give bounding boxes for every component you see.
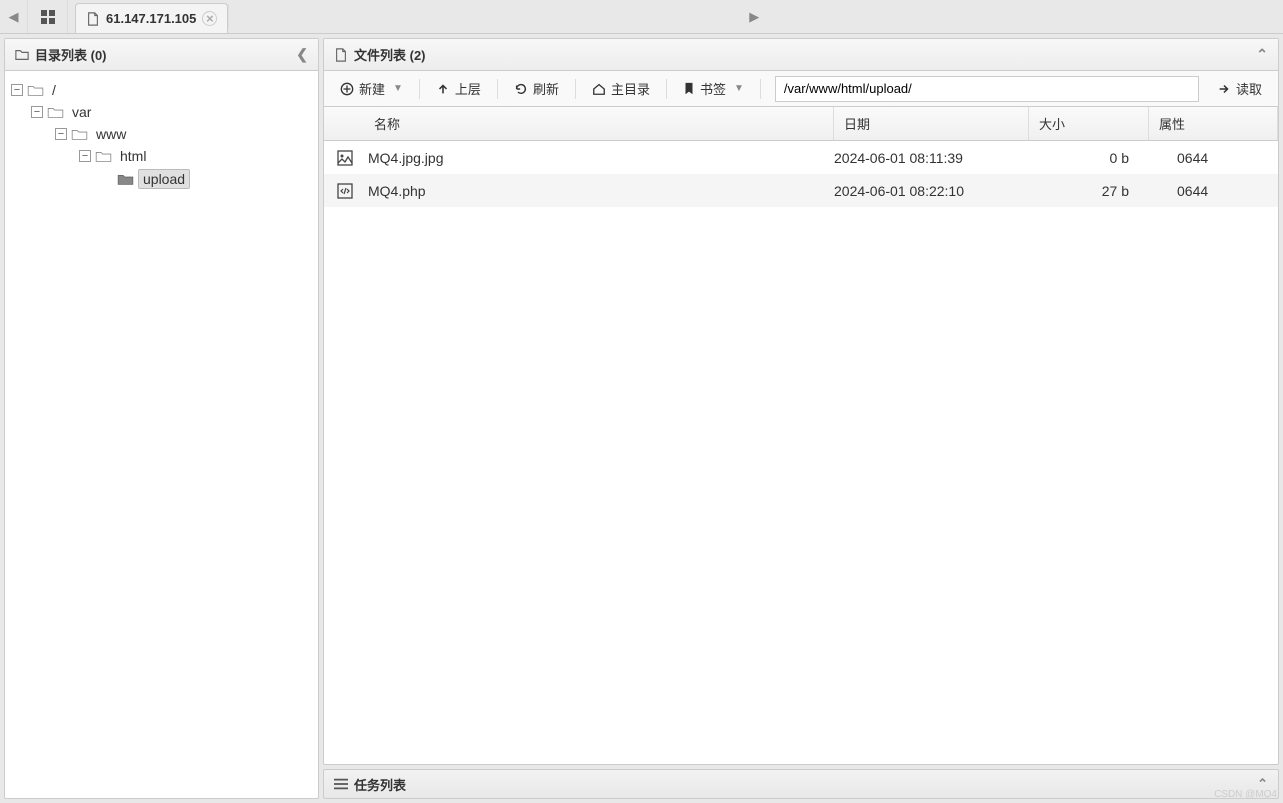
tree-label: /	[48, 81, 60, 99]
table-row[interactable]: MQ4.php 2024-06-01 08:22:10 27 b 0644	[324, 174, 1278, 207]
caret-down-icon: ▼	[734, 83, 744, 94]
task-panel[interactable]: 任务列表 ⌃	[323, 769, 1279, 799]
folder-open-icon	[27, 84, 44, 97]
btn-label: 读取	[1236, 79, 1262, 98]
file-table-body: MQ4.jpg.jpg 2024-06-01 08:11:39 0 b 0644…	[324, 141, 1278, 764]
tree-label: var	[68, 103, 95, 121]
home-button[interactable]: 主目录	[584, 75, 658, 102]
separator	[497, 79, 498, 99]
tree-toggle-icon[interactable]: −	[55, 128, 67, 140]
right-panel: 文件列表 (2) ⌃ 新建 ▼ 上层 刷新	[323, 38, 1279, 799]
tree-label: html	[116, 147, 150, 165]
tree-toggle-icon[interactable]: −	[31, 106, 43, 118]
tab-host[interactable]: 61.147.171.105 ×	[75, 3, 228, 33]
file-toolbar: 新建 ▼ 上层 刷新 主目录	[324, 71, 1278, 107]
folder-open-icon	[95, 150, 112, 163]
tree-root[interactable]: − /	[11, 79, 312, 101]
file-name: MQ4.php	[368, 183, 426, 199]
bookmark-icon	[683, 82, 695, 96]
btn-label: 上层	[455, 79, 481, 98]
task-title: 任务列表	[354, 775, 406, 794]
tree-label: upload	[138, 169, 190, 189]
file-perm: 0644	[1149, 150, 1278, 166]
tree-www[interactable]: − www	[11, 123, 312, 145]
arrow-right-icon	[1217, 82, 1231, 96]
arrow-up-icon	[436, 82, 450, 96]
tree-label: www	[92, 125, 130, 143]
tree-toggle-icon[interactable]: −	[11, 84, 23, 96]
collapse-left-icon[interactable]: ❮	[296, 46, 308, 63]
plus-circle-icon	[340, 82, 354, 96]
file-table-header: 名称 日期 大小 属性	[324, 107, 1278, 141]
tab-scroll-left[interactable]: ◀	[0, 0, 28, 33]
file-panel-title: 文件列表 (2)	[354, 45, 426, 64]
btn-label: 新建	[359, 79, 385, 98]
file-panel-header: 文件列表 (2) ⌃	[324, 39, 1278, 71]
file-icon	[86, 12, 100, 26]
watermark: CSDN @MQ4	[1214, 789, 1277, 800]
code-file-icon	[336, 182, 354, 200]
tab-scroll-right[interactable]: ▶	[228, 4, 1279, 29]
col-date[interactable]: 日期	[834, 107, 1029, 140]
file-perm: 0644	[1149, 183, 1278, 199]
new-button[interactable]: 新建 ▼	[332, 75, 411, 102]
tab-close-icon[interactable]: ×	[202, 11, 217, 26]
btn-label: 主目录	[611, 79, 650, 98]
tree-upload[interactable]: upload	[11, 167, 312, 191]
file-size: 27 b	[1029, 183, 1149, 199]
file-date: 2024-06-01 08:11:39	[834, 150, 1029, 166]
refresh-icon	[514, 82, 528, 96]
file-name: MQ4.jpg.jpg	[368, 150, 443, 166]
collapse-up-icon[interactable]: ⌃	[1256, 46, 1268, 63]
main-area: 目录列表 (0) ❮ − / − var − www − html	[0, 34, 1283, 803]
btn-label: 刷新	[533, 79, 559, 98]
bookmark-button[interactable]: 书签 ▼	[675, 75, 752, 102]
tab-bar: ◀ 61.147.171.105 × ▶	[0, 0, 1283, 34]
tree-html[interactable]: − html	[11, 145, 312, 167]
folder-open-icon	[47, 106, 64, 119]
refresh-button[interactable]: 刷新	[506, 75, 567, 102]
tree-var[interactable]: − var	[11, 101, 312, 123]
folder-icon	[15, 48, 29, 62]
separator	[760, 79, 761, 99]
directory-tree: − / − var − www − html upload	[5, 71, 318, 798]
file-icon	[334, 48, 348, 62]
col-name[interactable]: 名称	[324, 107, 834, 140]
image-file-icon	[336, 149, 354, 167]
col-perm[interactable]: 属性	[1149, 107, 1278, 140]
tab-label: 61.147.171.105	[106, 11, 196, 26]
caret-down-icon: ▼	[393, 83, 403, 94]
col-size[interactable]: 大小	[1029, 107, 1149, 140]
directory-panel-title: 目录列表 (0)	[35, 45, 107, 64]
folder-open-icon	[71, 128, 88, 141]
file-date: 2024-06-01 08:22:10	[834, 183, 1029, 199]
up-button[interactable]: 上层	[428, 75, 489, 102]
path-input[interactable]	[775, 76, 1199, 102]
btn-label: 书签	[700, 79, 726, 98]
tab-grid-button[interactable]	[28, 0, 68, 33]
grid-icon	[41, 10, 55, 24]
directory-panel: 目录列表 (0) ❮ − / − var − www − html	[4, 38, 319, 799]
file-size: 0 b	[1029, 150, 1149, 166]
tree-toggle-icon[interactable]: −	[79, 150, 91, 162]
separator	[575, 79, 576, 99]
list-icon	[334, 778, 348, 790]
folder-icon	[117, 173, 134, 186]
directory-panel-header: 目录列表 (0) ❮	[5, 39, 318, 71]
table-row[interactable]: MQ4.jpg.jpg 2024-06-01 08:11:39 0 b 0644	[324, 141, 1278, 174]
home-icon	[592, 82, 606, 96]
file-panel: 文件列表 (2) ⌃ 新建 ▼ 上层 刷新	[323, 38, 1279, 765]
read-button[interactable]: 读取	[1209, 75, 1270, 102]
separator	[419, 79, 420, 99]
separator	[666, 79, 667, 99]
